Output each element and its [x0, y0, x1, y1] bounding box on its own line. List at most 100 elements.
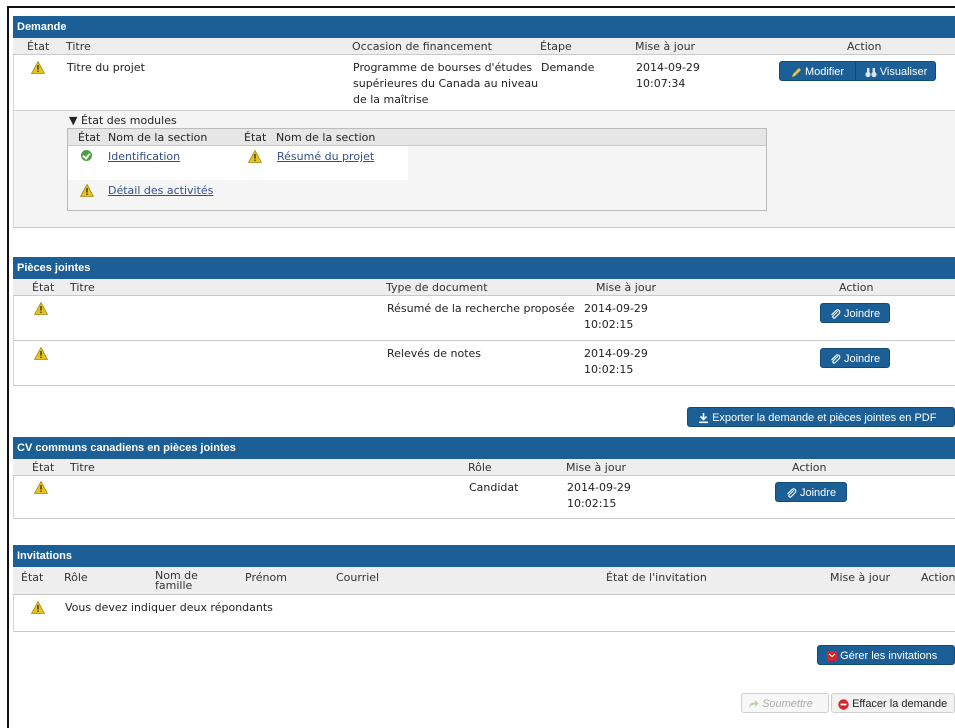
col-maj: Mise à jour — [830, 571, 891, 584]
modules-header: État Nom de la section État Nom de la se… — [68, 129, 766, 146]
update-date: 2014-09-29 — [567, 481, 631, 494]
joindre-label: Joindre — [843, 353, 881, 365]
funding-line-2: supérieures du Canada au niveau — [353, 77, 539, 90]
modifier-label: Modifier — [804, 66, 845, 78]
cv-header: CV communs canadiens en pièces jointes — [13, 437, 955, 459]
modules-area: ▼ État des modules État Nom de la sectio… — [13, 111, 955, 228]
link-identification[interactable]: Identification — [108, 150, 180, 163]
export-pdf-button[interactable]: Exporter la demande et pièces jointes en… — [687, 407, 955, 427]
cv-panel: CV communs canadiens en pièces jointes É… — [13, 437, 955, 519]
col-action: Action — [847, 40, 882, 53]
col-etat: État — [32, 461, 55, 474]
update-time: 10:07:34 — [636, 77, 686, 90]
effacer-demande-button[interactable]: Effacer la demande — [831, 693, 955, 713]
col-etat-invitation: État de l'invitation — [606, 571, 707, 584]
update-date: 2014-09-29 — [584, 347, 648, 360]
update-date: 2014-09-29 — [584, 302, 648, 315]
share-arrow-icon — [749, 700, 759, 709]
role-value: Candidat — [469, 481, 519, 494]
col-action: Action — [839, 281, 874, 294]
invitations-row: Vous devez indiquer deux répondants — [13, 595, 955, 632]
col-courriel: Courriel — [336, 571, 380, 584]
col-etat: État — [21, 571, 44, 584]
check-circle-icon — [81, 150, 92, 161]
pieces-row-2: Relevés de notes 2014-09-29 10:02:15 Joi… — [13, 341, 955, 386]
cv-row: Candidat 2014-09-29 10:02:15 Joindre — [13, 476, 955, 519]
warning-icon — [34, 347, 48, 360]
invitations-panel: Invitations État Rôle Nom de famille Prén… — [13, 545, 955, 632]
joindre-button[interactable]: Joindre — [820, 348, 890, 368]
col-type: Type de document — [386, 281, 488, 294]
invitations-icon — [827, 651, 837, 662]
joindre-label: Joindre — [843, 308, 881, 320]
col-titre: Titre — [66, 40, 91, 53]
pieces-panel: Pièces jointes État Titre Type de docume… — [13, 257, 955, 386]
joindre-button[interactable]: Joindre — [775, 482, 847, 502]
warning-icon — [34, 481, 48, 494]
demande-column-headers: État Titre Occasion de financement Étape… — [13, 38, 955, 55]
pencil-icon — [791, 67, 801, 77]
link-detail-activites[interactable]: Détail des activités — [108, 184, 213, 197]
visualiser-button[interactable]: Visualiser — [856, 62, 936, 80]
gerer-label: Gérer les invitations — [840, 650, 938, 662]
col-titre: Titre — [70, 461, 95, 474]
warning-icon — [248, 150, 262, 163]
col-maj: Mise à jour — [635, 40, 696, 53]
modules-col-nom-1: Nom de la section — [108, 131, 208, 144]
action-button-group: Modifier Visualiser — [779, 61, 936, 81]
binoculars-icon — [865, 67, 877, 77]
invitations-message: Vous devez indiquer deux répondants — [65, 601, 273, 614]
paperclip-icon — [830, 354, 841, 365]
col-action: Action — [792, 461, 827, 474]
pieces-column-headers: État Titre Type de document Mise à jour … — [13, 279, 955, 296]
joindre-label: Joindre — [799, 487, 837, 499]
col-maj: Mise à jour — [566, 461, 627, 474]
doc-type: Relevés de notes — [387, 347, 482, 360]
funding-line-3: de la maîtrise — [353, 93, 429, 106]
modules-col-etat-2: État — [244, 131, 267, 144]
invitations-column-headers: État Rôle Nom de famille Prénom Courriel … — [13, 567, 955, 595]
demande-row: Titre du projet Programme de bourses d'é… — [13, 55, 955, 111]
modules-toggle[interactable]: ▼ État des modules — [69, 114, 177, 127]
modules-table: État Nom de la section État Nom de la se… — [67, 128, 767, 211]
warning-icon — [31, 61, 45, 74]
col-nom-famille: Nom de famille — [155, 570, 198, 592]
modules-col-etat-1: État — [78, 131, 101, 144]
col-maj: Mise à jour — [596, 281, 657, 294]
update-date: 2014-09-29 — [636, 61, 700, 74]
pieces-row-1: Résumé de la recherche proposée 2014-09-… — [13, 296, 955, 341]
paperclip-icon — [830, 309, 841, 320]
update-time: 10:02:15 — [584, 363, 634, 376]
link-resume-projet[interactable]: Résumé du projet — [277, 150, 374, 163]
pieces-header: Pièces jointes — [13, 257, 955, 279]
gerer-invitations-button[interactable]: Gérer les invitations — [817, 645, 955, 665]
col-etat: État — [27, 40, 50, 53]
col-role: Rôle — [468, 461, 492, 474]
col-etat: État — [32, 281, 55, 294]
funding-line-1: Programme de bourses d'études — [353, 61, 533, 74]
warning-icon — [34, 302, 48, 315]
col-etape: Étape — [540, 40, 572, 53]
col-action: Action — [921, 571, 955, 584]
delete-icon — [838, 698, 849, 710]
visualiser-label: Visualiser — [879, 66, 928, 78]
warning-icon — [31, 601, 45, 614]
stage-value: Demande — [541, 61, 595, 74]
col-occasion: Occasion de financement — [352, 40, 492, 53]
demande-panel: Demande État Titre Occasion de financeme… — [13, 16, 955, 228]
cv-column-headers: État Titre Rôle Mise à jour Action — [13, 459, 955, 476]
joindre-button[interactable]: Joindre — [820, 303, 890, 323]
project-title: Titre du projet — [67, 61, 145, 74]
soumettre-button[interactable]: Soumettre — [741, 693, 829, 713]
col-nom-line-2: famille — [155, 579, 193, 592]
modifier-button[interactable]: Modifier — [780, 62, 856, 80]
export-label: Exporter la demande et pièces jointes en… — [712, 412, 937, 424]
invitations-header: Invitations — [13, 545, 955, 567]
update-time: 10:02:15 — [584, 318, 634, 331]
col-titre: Titre — [70, 281, 95, 294]
modules-col-nom-2: Nom de la section — [276, 131, 376, 144]
download-icon — [699, 413, 708, 424]
col-role: Rôle — [64, 571, 88, 584]
col-prenom: Prénom — [245, 571, 287, 584]
demande-header: Demande — [13, 16, 955, 38]
